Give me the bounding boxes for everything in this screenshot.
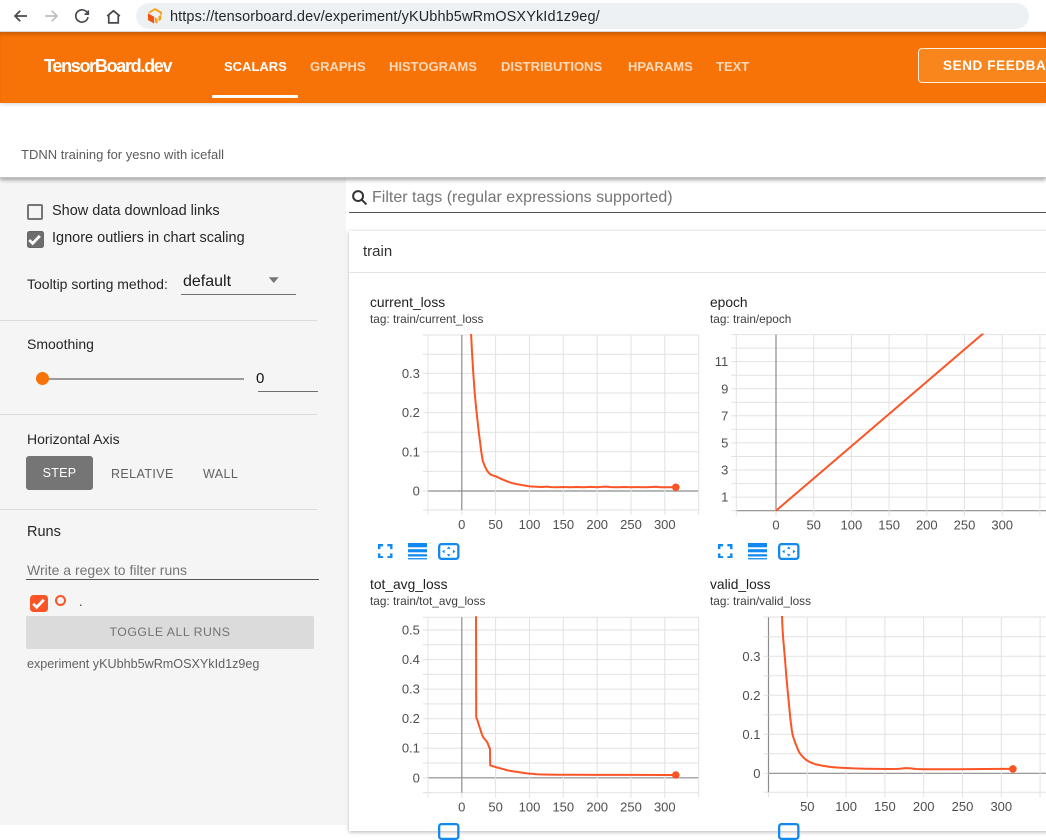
svg-text:0.1: 0.1 xyxy=(402,444,420,459)
svg-text:0: 0 xyxy=(413,484,420,499)
svg-text:150: 150 xyxy=(552,800,574,812)
svg-text:0: 0 xyxy=(413,770,420,785)
svg-text:0.2: 0.2 xyxy=(402,711,420,726)
svg-text:250: 250 xyxy=(954,518,976,533)
svg-text:200: 200 xyxy=(916,518,938,533)
svg-text:50: 50 xyxy=(488,800,502,812)
svg-text:150: 150 xyxy=(874,799,896,812)
svg-text:250: 250 xyxy=(620,517,642,532)
svg-text:0: 0 xyxy=(458,517,465,532)
svg-text:300: 300 xyxy=(991,518,1013,533)
svg-text:7: 7 xyxy=(721,408,728,423)
svg-text:1: 1 xyxy=(721,490,728,505)
svg-text:0: 0 xyxy=(458,800,465,812)
svg-text:250: 250 xyxy=(620,800,642,812)
svg-text:300: 300 xyxy=(990,799,1012,812)
svg-text:50: 50 xyxy=(488,517,502,532)
svg-text:50: 50 xyxy=(800,799,814,812)
svg-text:0.4: 0.4 xyxy=(402,652,420,667)
svg-text:0.1: 0.1 xyxy=(402,741,420,756)
svg-text:0.5: 0.5 xyxy=(402,623,420,638)
svg-text:0.3: 0.3 xyxy=(402,682,420,697)
svg-text:0.1: 0.1 xyxy=(742,727,760,742)
svg-text:50: 50 xyxy=(806,518,820,533)
svg-text:5: 5 xyxy=(721,436,728,451)
svg-text:200: 200 xyxy=(913,799,935,812)
svg-text:100: 100 xyxy=(841,518,863,533)
svg-text:0.2: 0.2 xyxy=(402,405,420,420)
svg-text:250: 250 xyxy=(952,799,974,812)
svg-text:0.3: 0.3 xyxy=(402,366,420,381)
svg-text:300: 300 xyxy=(654,800,676,812)
svg-text:3: 3 xyxy=(721,463,728,478)
svg-text:300: 300 xyxy=(654,517,676,532)
svg-text:100: 100 xyxy=(835,799,857,812)
svg-text:11: 11 xyxy=(715,354,729,369)
svg-text:0.2: 0.2 xyxy=(742,688,760,703)
svg-text:100: 100 xyxy=(519,800,541,812)
svg-text:9: 9 xyxy=(721,381,728,396)
svg-text:150: 150 xyxy=(552,517,574,532)
svg-text:150: 150 xyxy=(878,518,900,533)
svg-text:200: 200 xyxy=(586,517,608,532)
svg-text:0: 0 xyxy=(772,518,779,533)
svg-text:100: 100 xyxy=(519,517,541,532)
svg-text:0: 0 xyxy=(753,766,760,781)
svg-text:200: 200 xyxy=(586,800,608,812)
svg-text:0.3: 0.3 xyxy=(742,649,760,664)
